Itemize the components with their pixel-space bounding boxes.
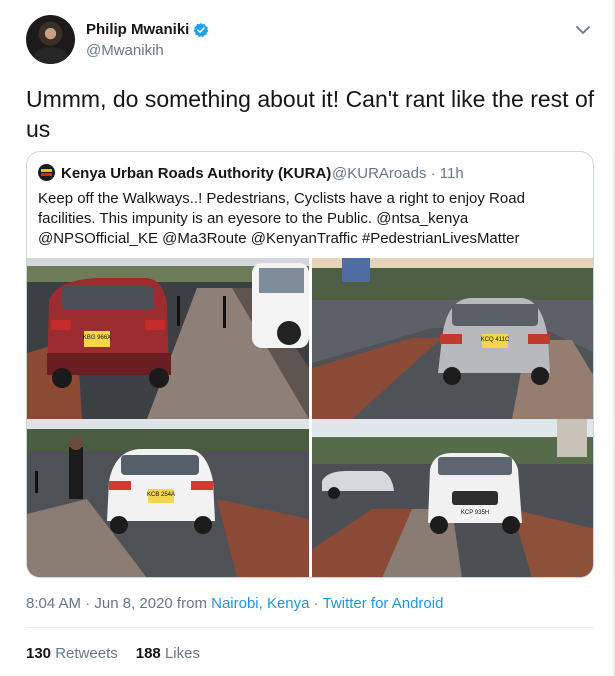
plate-text: KCB 254A: [147, 492, 175, 498]
quoted-tweet-text: Keep off the Walkways..! Pedestrians, Cy…: [38, 190, 525, 247]
tweet-source[interactable]: Twitter for Android: [323, 595, 444, 612]
author-name[interactable]: Philip Mwaniki: [86, 21, 189, 38]
verified-badge-icon: [193, 23, 209, 38]
retweets-label: Retweets: [55, 645, 118, 662]
engagement-stats: 130 Retweets 188 Likes: [26, 645, 200, 662]
tweet-metadata: 8:04 AM · Jun 8, 2020 from Nairobi, Keny…: [26, 595, 443, 612]
likes-stat[interactable]: 188 Likes: [136, 645, 200, 662]
quoted-author-handle[interactable]: @KURAroads: [332, 165, 426, 182]
likes-label: Likes: [164, 645, 200, 662]
from-text: from: [172, 595, 212, 612]
plate-text: KBG 966X: [83, 335, 111, 341]
tweet-text: Ummm, do something about it! Can't rant …: [26, 86, 595, 142]
quoted-author-avatar[interactable]: [38, 164, 55, 181]
separator-dot: ·: [309, 595, 323, 612]
chevron-down-icon[interactable]: [575, 24, 591, 36]
photo-silver-sedan[interactable]: KCQ 411C: [312, 258, 593, 419]
divider: [26, 627, 594, 628]
photo-white-suv[interactable]: KCP 935H: [312, 419, 593, 577]
quoted-author-name[interactable]: Kenya Urban Roads Authority (KURA): [61, 165, 331, 182]
retweets-stat[interactable]: 130 Retweets: [26, 645, 118, 662]
quoted-tweet[interactable]: Kenya Urban Roads Authority (KURA) @KURA…: [26, 151, 594, 578]
retweets-count: 130: [26, 645, 52, 662]
author-handle[interactable]: @Mwanikih: [86, 42, 164, 59]
author-avatar[interactable]: [26, 15, 75, 64]
likes-count: 188: [135, 645, 161, 662]
quoted-tweet-age[interactable]: · 11h: [431, 165, 464, 182]
photo-red-suv[interactable]: KBG 966X: [27, 258, 309, 419]
plate-text: KCP 935H: [461, 510, 489, 516]
photo-white-sedan[interactable]: KCB 254A: [27, 419, 309, 577]
quoted-author-meta: @KURAroads · 11h: [332, 165, 464, 182]
tweet-location[interactable]: Nairobi, Kenya: [211, 595, 309, 612]
plate-text: KCQ 411C: [481, 337, 510, 343]
tweet-timestamp[interactable]: 8:04 AM · Jun 8, 2020: [26, 595, 173, 612]
tweet: Philip Mwaniki @Mwanikih Ummm, do someth…: [0, 0, 615, 676]
